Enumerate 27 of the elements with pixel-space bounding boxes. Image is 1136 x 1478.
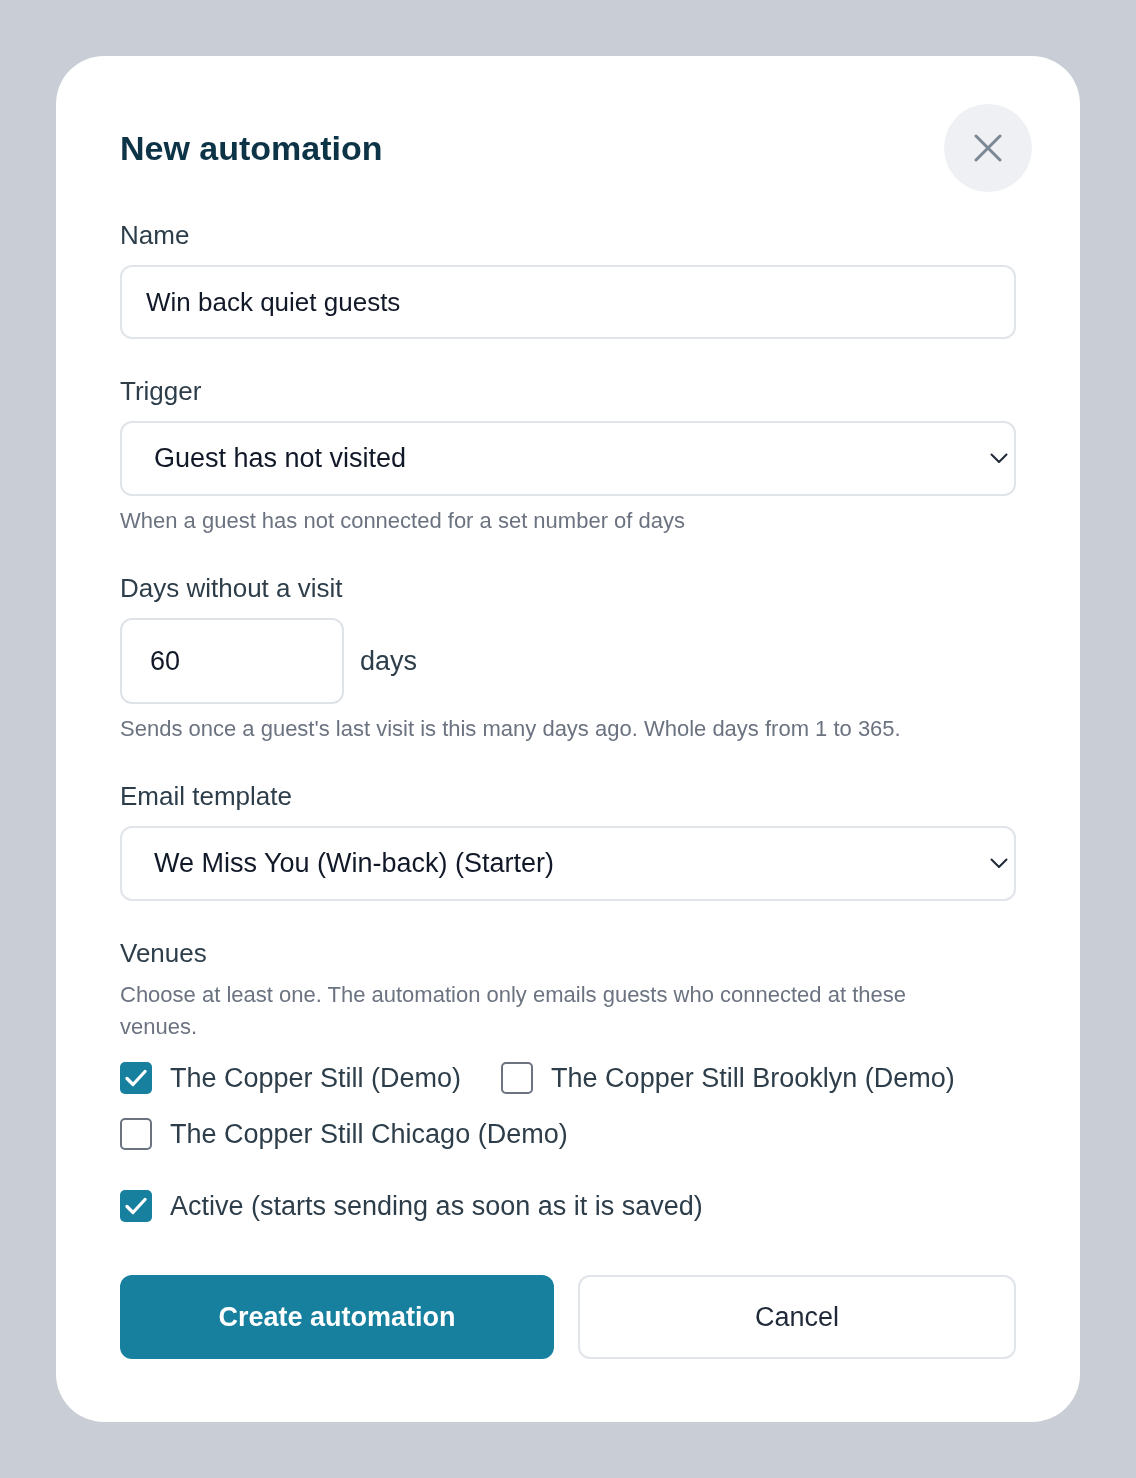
checkbox-option[interactable]: Active (starts sending as soon as it is saved) bbox=[120, 1188, 1016, 1224]
chevron-down-icon bbox=[990, 453, 1008, 464]
field-hint: Sends once a guest's last visit is this many days ago. Whole days from 1 to 365. bbox=[120, 715, 902, 743]
checkbox-option[interactable]: The Copper Still (Demo) bbox=[120, 1060, 462, 1096]
dialog-title: New automation bbox=[120, 128, 383, 168]
close-icon bbox=[974, 134, 1002, 162]
trigger-select[interactable]: Guest has not visited bbox=[120, 421, 1016, 496]
create-button[interactable]: Create automation bbox=[120, 1275, 554, 1359]
checkbox-option[interactable]: The Copper Still Brooklyn (Demo) bbox=[501, 1060, 955, 1096]
field-hint: When a guest has not connected for a set number of days bbox=[120, 507, 686, 535]
cancel-button[interactable]: Cancel bbox=[578, 1275, 1016, 1359]
field-label: Venues bbox=[120, 937, 208, 969]
checkbox[interactable] bbox=[501, 1062, 534, 1094]
checkbox[interactable] bbox=[120, 1062, 152, 1094]
field-label: Days without a visit bbox=[120, 572, 344, 604]
checkbox[interactable] bbox=[120, 1118, 152, 1150]
checkbox[interactable] bbox=[120, 1190, 152, 1222]
field-label: Trigger bbox=[120, 375, 203, 407]
field-label: Email template bbox=[120, 780, 293, 812]
checkbox-option[interactable]: The Copper Still Chicago (Demo) bbox=[120, 1116, 568, 1152]
name-input[interactable]: Win back quiet guests bbox=[120, 265, 1016, 339]
field-hint: Choose at least one. The automation only emails guests who connected at these venues. bbox=[120, 981, 907, 1041]
field-label: Name bbox=[120, 219, 191, 251]
unit-label: days bbox=[360, 644, 418, 678]
chevron-down-icon bbox=[990, 858, 1008, 869]
days-input[interactable]: 60 bbox=[120, 618, 344, 704]
template-select[interactable]: We Miss You (Win-back) (Starter) bbox=[120, 826, 1016, 901]
